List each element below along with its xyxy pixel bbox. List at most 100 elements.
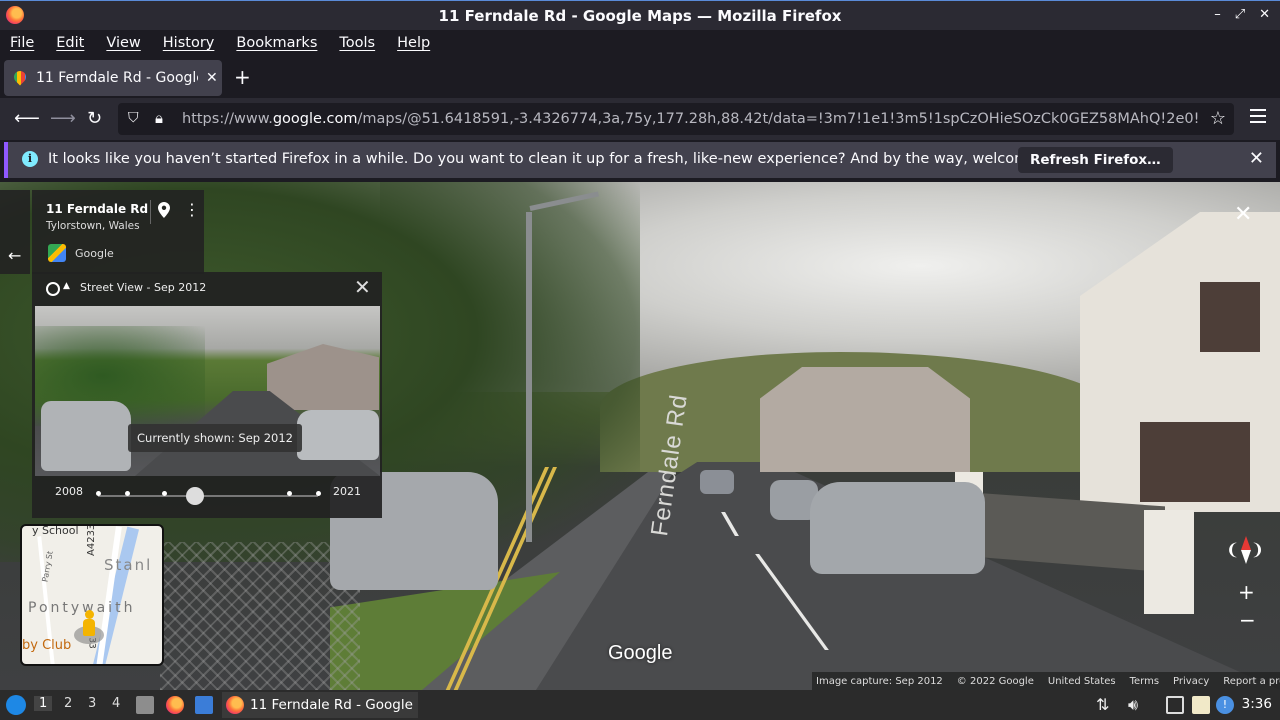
history-clock-icon[interactable] xyxy=(46,282,60,296)
display-icon[interactable] xyxy=(1166,696,1184,714)
minimap-label-area: Stanl xyxy=(104,556,153,574)
timeline-slider-knob[interactable] xyxy=(185,487,204,505)
rotate-right-icon[interactable]: ❩ xyxy=(1251,540,1264,559)
back-arrow-icon[interactable]: ⟵ xyxy=(14,109,40,129)
pegman-icon[interactable] xyxy=(82,610,96,640)
menu-file[interactable]: File xyxy=(10,35,34,51)
url-bar[interactable]: ⛉ 🔒︎ https://www.google.com/maps/@51.641… xyxy=(118,103,1234,135)
thumbnail-van xyxy=(41,401,131,471)
street-lamp xyxy=(526,212,532,542)
back-pane[interactable]: ← xyxy=(0,190,30,274)
back-icon[interactable]: ← xyxy=(8,246,21,265)
tab-google-maps[interactable]: 11 Ferndale Rd - Google Maps ✕ xyxy=(4,60,222,96)
thumbnail-houses xyxy=(267,344,379,410)
timeline-end-year: 2021 xyxy=(333,485,361,498)
timeline-date-tick[interactable] xyxy=(124,491,130,496)
menu-help[interactable]: Help xyxy=(397,35,430,51)
workspace-2[interactable]: 2 xyxy=(64,696,72,711)
info-icon: i xyxy=(22,151,38,167)
minimap-label-school: y School xyxy=(32,524,79,537)
street-view-date: Street View - Sep 2012 xyxy=(80,281,207,294)
pegman-body xyxy=(83,619,95,636)
image-source: Google xyxy=(75,247,114,260)
timeline-date-tick[interactable] xyxy=(162,491,167,496)
zoom-out-button[interactable]: − xyxy=(1239,610,1256,630)
street-view-panorama[interactable]: Ferndale Rd ✕ ← 11 Ferndale Rd Tylorstow… xyxy=(0,182,1280,690)
gate-pillar xyxy=(1144,510,1194,614)
bookmark-star-icon[interactable]: ☆ xyxy=(1210,108,1226,129)
place-address[interactable]: 11 Ferndale Rd xyxy=(46,202,148,216)
timeline-date-tick[interactable] xyxy=(96,491,101,496)
navigation-bar: ⟵ ⟶ ↻ ⛉ 🔒︎ https://www.google.com/maps/@… xyxy=(0,98,1280,140)
menu-bookmarks[interactable]: Bookmarks xyxy=(236,35,317,51)
report-problem-link[interactable]: Report a problem xyxy=(1223,676,1280,687)
tab-close-button[interactable]: ✕ xyxy=(206,70,218,86)
parked-car xyxy=(700,470,734,494)
minimap-label-road: A4233 xyxy=(86,524,97,556)
menu-view[interactable]: View xyxy=(106,35,140,51)
close-window-button[interactable]: ✕ xyxy=(1259,7,1270,22)
compass-icon[interactable]: ❨ ❩ xyxy=(1226,532,1264,570)
location-pin-icon[interactable] xyxy=(158,202,170,218)
firefox-launcher-icon[interactable] xyxy=(166,696,184,714)
window-controls: – ⤢ ✕ xyxy=(1214,7,1270,22)
network-icon[interactable]: ⇅ xyxy=(1096,696,1114,714)
menu-history[interactable]: History xyxy=(163,35,215,51)
maps-pin-icon xyxy=(14,71,26,85)
workspace-4[interactable]: 4 xyxy=(112,696,120,711)
minimize-button[interactable]: – xyxy=(1214,7,1221,22)
terminal-icon[interactable] xyxy=(195,696,213,714)
hamburger-menu-icon[interactable] xyxy=(1250,109,1266,123)
menu-bar: File Edit View History Bookmarks Tools H… xyxy=(0,30,1280,56)
minimap[interactable]: y School A4233 Parry St Stanl Pontywaith… xyxy=(20,524,164,666)
file-manager-icon[interactable] xyxy=(136,696,154,714)
terms-link[interactable]: Terms xyxy=(1130,676,1159,687)
place-locality: Tylorstown, Wales xyxy=(46,220,140,232)
lock-icon[interactable]: 🔒︎ xyxy=(155,109,163,127)
close-street-view-button[interactable]: ✕ xyxy=(1234,204,1252,226)
notification-icon[interactable]: ! xyxy=(1216,696,1234,714)
tab-title: 11 Ferndale Rd - Google Maps xyxy=(36,70,198,86)
menu-edit[interactable]: Edit xyxy=(56,35,84,51)
url-text[interactable]: https://www.google.com/maps/@51.6418591,… xyxy=(182,111,1198,127)
url-prefix: https://www. xyxy=(182,111,273,127)
close-time-machine-button[interactable]: ✕ xyxy=(354,275,371,299)
maximize-button[interactable]: ⤢ xyxy=(1235,7,1245,22)
compass-north xyxy=(1241,536,1251,550)
timeline-track[interactable] xyxy=(98,495,318,497)
more-options-icon[interactable]: ⋮ xyxy=(184,202,200,218)
tab-strip: 11 Ferndale Rd - Google Maps ✕ + xyxy=(0,56,1280,98)
url-host: google.com xyxy=(272,111,358,127)
workspace-3[interactable]: 3 xyxy=(88,696,96,711)
zoom-in-button[interactable]: + xyxy=(1238,582,1255,602)
firefox-task-icon xyxy=(226,696,244,714)
privacy-link[interactable]: Privacy xyxy=(1173,676,1209,687)
reload-icon[interactable]: ↻ xyxy=(87,109,102,129)
caret-up-icon[interactable]: ▲ xyxy=(63,281,70,291)
region-link[interactable]: United States xyxy=(1048,676,1116,687)
new-tab-button[interactable]: + xyxy=(234,67,251,87)
menu-tools[interactable]: Tools xyxy=(339,35,375,51)
window xyxy=(1200,282,1260,352)
window xyxy=(1140,422,1250,502)
url-path: /maps/@51.6418591,-3.4326774,3a,75y,177.… xyxy=(357,111,1198,127)
clock: 3:36 xyxy=(1241,696,1272,712)
window-title: 11 Ferndale Rd - Google Maps — Mozilla F… xyxy=(438,6,842,25)
tracking-shield-icon[interactable]: ⛉ xyxy=(128,110,139,126)
workspace-1[interactable]: 1 xyxy=(34,696,53,711)
google-logo: Google xyxy=(608,642,673,664)
timeline-date-tick[interactable] xyxy=(316,491,321,496)
start-menu-icon[interactable] xyxy=(6,695,26,715)
clipboard-icon[interactable] xyxy=(1192,696,1210,714)
volume-icon[interactable]: 🔊︎ xyxy=(1128,696,1146,714)
forward-arrow-icon[interactable]: ⟶ xyxy=(50,109,76,129)
task-title: 11 Ferndale Rd - Google Maps — Mozilla F… xyxy=(250,697,418,713)
rotate-left-icon[interactable]: ❨ xyxy=(1226,540,1239,559)
firefox-window: 11 Ferndale Rd - Google Maps — Mozilla F… xyxy=(0,0,1280,720)
taskbar-firefox-task[interactable]: 11 Ferndale Rd - Google Maps — Mozilla F… xyxy=(222,692,418,718)
terraced-houses xyxy=(760,367,970,472)
notification-close-button[interactable]: ✕ xyxy=(1249,148,1264,169)
divider xyxy=(150,200,151,224)
thumbnail-car xyxy=(297,410,379,460)
refresh-firefox-button[interactable]: Refresh Firefox… xyxy=(1018,147,1173,173)
